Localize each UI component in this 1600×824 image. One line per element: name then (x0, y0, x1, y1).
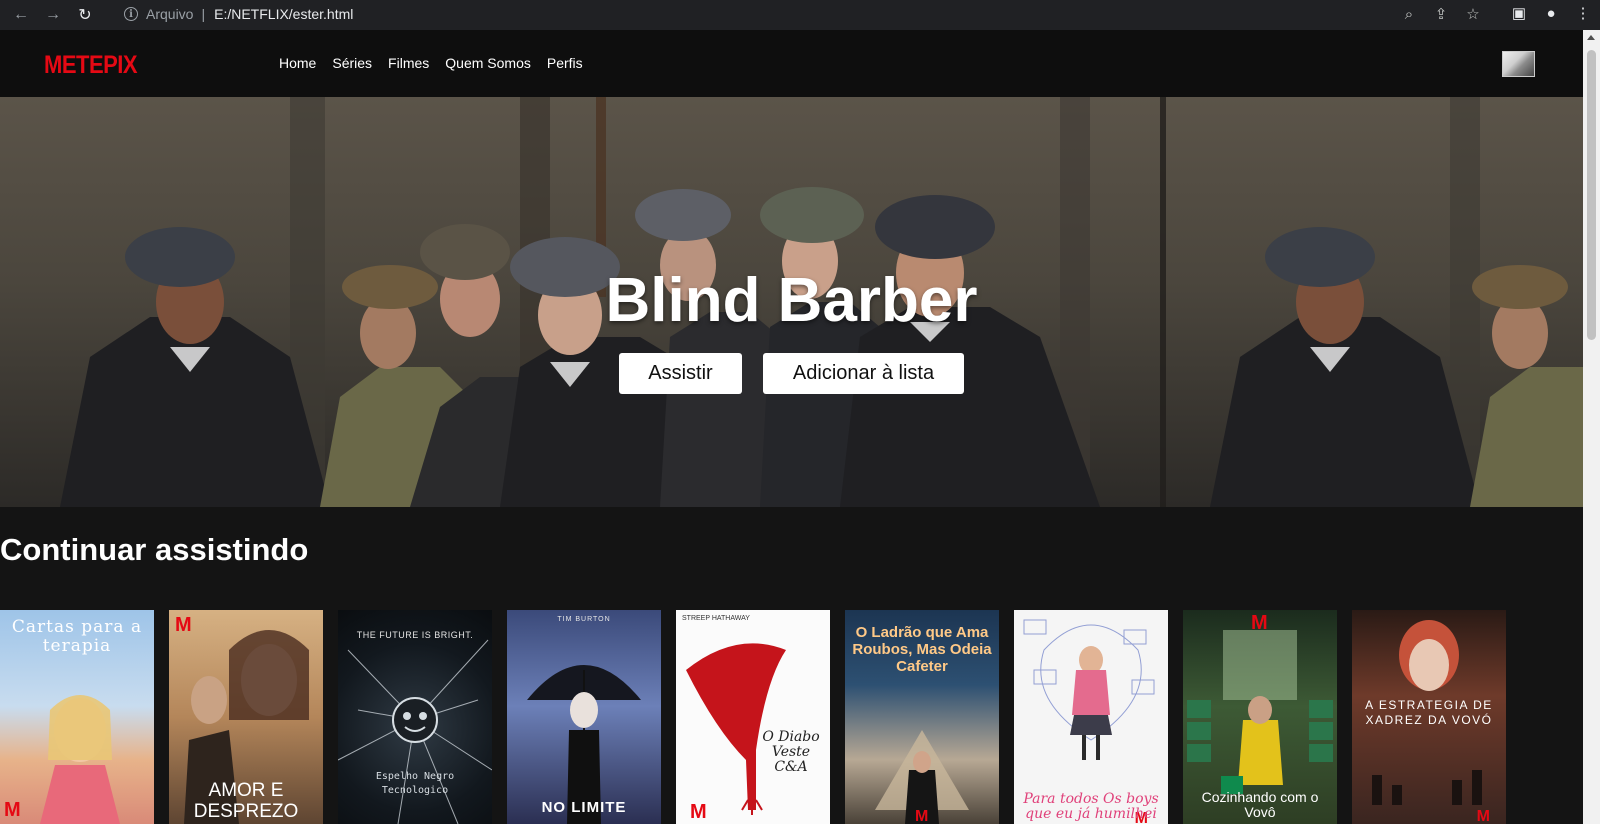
poster-card[interactable]: TIM BURTON NO LIMITE (507, 610, 661, 824)
hero-title: Blind Barber (605, 266, 978, 335)
poster-card[interactable]: M Para todos Os boys que eu já humilhei (1014, 610, 1168, 824)
poster-title: NO LIMITE (541, 799, 627, 816)
continue-watching-title: Continuar assistindo (0, 532, 309, 567)
nav-link-perfis[interactable]: Perfis (547, 55, 583, 71)
page-viewport: METEPIX Home Séries Filmes Quem Somos Pe… (0, 30, 1583, 824)
user-avatar[interactable] (1502, 51, 1535, 77)
poster-card[interactable]: STREEP HATHAWAY O Diabo Veste C&A M (676, 610, 830, 824)
browser-toolbar: ← → ↻ i Arquivo | E:/NETFLIX/ester.html … (0, 0, 1600, 30)
poster-card[interactable]: O Ladrão que Ama Roubos, Mas Odeia Cafet… (845, 610, 999, 824)
poster-card[interactable]: THE FUTURE IS BRIGHT. Espelho Negro Tecn… (338, 610, 492, 824)
zoom-icon[interactable]: ⌕ (1400, 5, 1418, 23)
poster-card[interactable]: M AMOR E DESPREZO (169, 610, 323, 824)
add-to-list-button[interactable]: Adicionar à lista (763, 353, 964, 394)
address-actions: ⌕ ⇪ ☆ (1400, 5, 1482, 24)
nav-link-series[interactable]: Séries (332, 55, 372, 71)
poster-art (686, 643, 786, 815)
scroll-up-arrow-icon[interactable] (1587, 35, 1595, 40)
poster-card[interactable]: Cartas para a terapia M (0, 610, 154, 824)
side-panel-icon[interactable]: ▣ (1510, 4, 1528, 22)
site-logo[interactable]: METEPIX (44, 50, 138, 80)
main-nav: Home Séries Filmes Quem Somos Perfis (279, 55, 583, 71)
menu-kebab-icon[interactable]: ⋮ (1574, 4, 1592, 22)
nav-link-filmes[interactable]: Filmes (388, 55, 429, 71)
poster-title: AMOR E DESPREZO (193, 780, 299, 822)
poster-card[interactable]: A ESTRATEGIA DE XADREZ DA VOVÓ M (1352, 610, 1506, 824)
poster-title: O Diabo Veste C&A (762, 729, 820, 775)
poster-card[interactable]: M Cozinhando com o Vovô (1183, 610, 1337, 824)
poster-art (40, 695, 120, 824)
poster-art (875, 730, 969, 824)
poster-title: Cozinhando com o Vovô (1201, 789, 1319, 820)
brand-m-icon: M (4, 799, 21, 821)
brand-m-icon: M (690, 801, 707, 823)
address-bar[interactable]: i Arquivo | E:/NETFLIX/ester.html ⌕ ⇪ ☆ (112, 1, 1492, 27)
page-scrollbar[interactable] (1583, 30, 1600, 824)
forward-arrow-icon[interactable]: → (42, 4, 64, 26)
nav-link-home[interactable]: Home (279, 55, 316, 71)
browser-actions: ▣ ● ⋮ (1510, 4, 1592, 23)
reload-icon[interactable]: ↻ (74, 4, 96, 26)
address-separator: | (201, 6, 206, 22)
continue-watching-row: Cartas para a terapia M M AMOR E DESPREZ… (0, 610, 1506, 824)
back-arrow-icon[interactable]: ← (10, 4, 32, 26)
nav-link-quem-somos[interactable]: Quem Somos (445, 55, 531, 71)
address-url[interactable]: E:/NETFLIX/ester.html (214, 6, 353, 22)
site-header: METEPIX Home Séries Filmes Quem Somos Pe… (0, 30, 1583, 97)
share-icon[interactable]: ⇪ (1432, 5, 1450, 23)
hero-actions: Assistir Adicionar à lista (0, 353, 1583, 394)
site-info-icon[interactable]: i (124, 7, 138, 21)
poster-art (527, 665, 641, 824)
bookmark-star-icon[interactable]: ☆ (1464, 5, 1482, 23)
watch-button[interactable]: Assistir (619, 353, 742, 394)
poster-title: Espelho Negro Tecnologico (375, 771, 455, 796)
brand-m-icon: M (1476, 808, 1490, 824)
scrollbar-thumb[interactable] (1587, 50, 1596, 340)
profile-icon[interactable]: ● (1542, 4, 1560, 22)
address-scheme-label: Arquivo (146, 6, 194, 22)
poster-title: Para todos Os boys que eu já humilhei (1023, 791, 1159, 822)
hero-banner: Blind Barber Assistir Adicionar à lista (0, 97, 1583, 507)
brand-m-icon: M (915, 808, 929, 824)
poster-title: A ESTRATEGIA DE XADREZ DA VOVÓ (1365, 698, 1493, 727)
